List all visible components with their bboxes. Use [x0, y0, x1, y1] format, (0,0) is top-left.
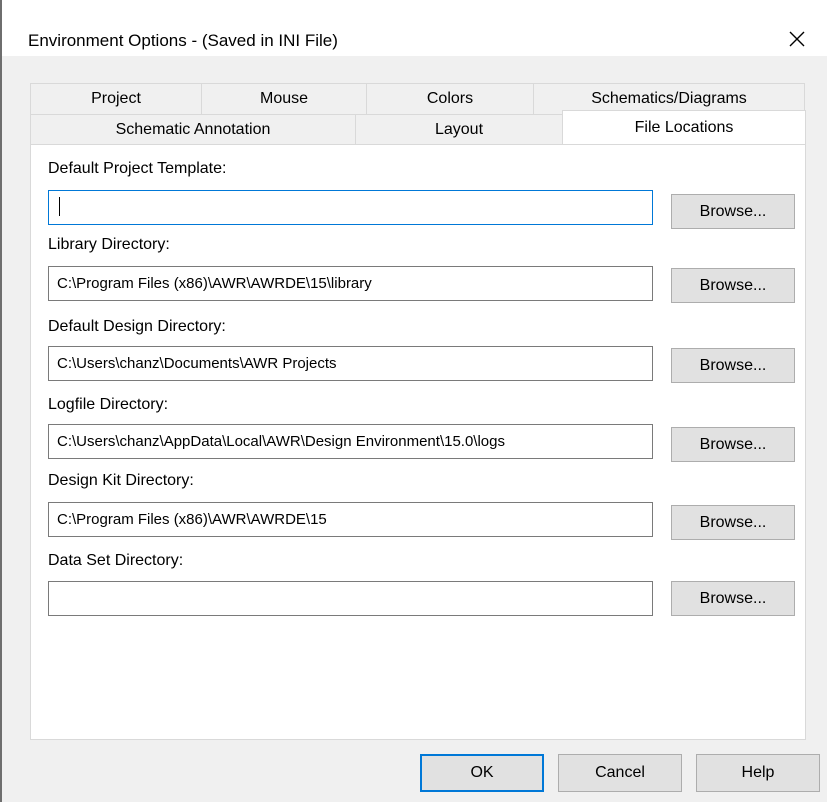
library-directory-label: Library Directory: — [48, 236, 170, 253]
help-button[interactable]: Help — [696, 754, 820, 792]
default-design-directory-input[interactable]: C:\Users\chanz\Documents\AWR Projects — [48, 346, 653, 381]
close-button[interactable] — [777, 24, 817, 54]
tab-schematic-annotation[interactable]: Schematic Annotation — [30, 114, 356, 145]
logfile-directory-input[interactable]: C:\Users\chanz\AppData\Local\AWR\Design … — [48, 424, 653, 459]
data-set-directory-input[interactable] — [48, 581, 653, 616]
logfile-directory-label: Logfile Directory: — [48, 396, 169, 413]
browse-button-project-template[interactable]: Browse... — [671, 194, 795, 229]
text-caret — [59, 197, 60, 216]
tab-project[interactable]: Project — [30, 83, 202, 114]
cancel-button[interactable]: Cancel — [558, 754, 682, 792]
tab-layout[interactable]: Layout — [355, 114, 563, 145]
browse-button-library-directory[interactable]: Browse... — [671, 268, 795, 303]
browse-button-logfile-directory[interactable]: Browse... — [671, 427, 795, 462]
title-bar: Environment Options - (Saved in INI File… — [2, 0, 827, 56]
default-project-template-input[interactable] — [48, 190, 653, 225]
browse-button-data-set-directory[interactable]: Browse... — [671, 581, 795, 616]
data-set-directory-label: Data Set Directory: — [48, 552, 184, 569]
design-kit-directory-label: Design Kit Directory: — [48, 472, 194, 489]
ok-button[interactable]: OK — [420, 754, 544, 792]
tab-mouse[interactable]: Mouse — [201, 83, 367, 114]
tab-colors[interactable]: Colors — [366, 83, 534, 114]
default-design-directory-label: Default Design Directory: — [48, 318, 226, 335]
window-title: Environment Options - (Saved in INI File… — [28, 31, 338, 50]
default-project-template-label: Default Project Template: — [48, 160, 227, 177]
library-directory-input[interactable]: C:\Program Files (x86)\AWR\AWRDE\15\libr… — [48, 266, 653, 301]
tab-file-locations[interactable]: File Locations — [562, 110, 806, 144]
browse-button-design-kit-directory[interactable]: Browse... — [671, 505, 795, 540]
browse-button-design-directory[interactable]: Browse... — [671, 348, 795, 383]
design-kit-directory-input[interactable]: C:\Program Files (x86)\AWR\AWRDE\15 — [48, 502, 653, 537]
close-icon — [789, 31, 805, 47]
environment-options-dialog: Environment Options - (Saved in INI File… — [0, 0, 827, 802]
